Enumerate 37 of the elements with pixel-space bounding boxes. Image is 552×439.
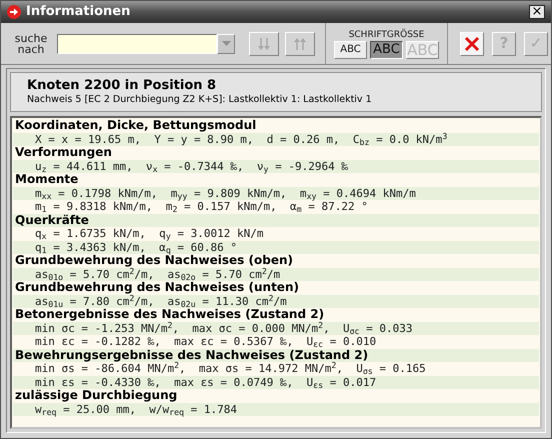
- font-size-button[interactable]: ABC: [370, 40, 403, 58]
- value-line: min σs = -86.604 MN/m$^{2}$, max σs = 14.972 MN/m$^{2}$, U$_{σs}$ = 0.165: [35, 362, 426, 376]
- section-heading: Momente: [15, 173, 78, 186]
- cross-icon: [464, 36, 480, 52]
- section-heading: Koordinaten, Dicke, Bettungsmodul: [15, 119, 256, 132]
- value-line: min εs = -0.4330 ‰, max εs = 0.0749 ‰, U$_{εs}$ = 0.017: [35, 376, 376, 389]
- value-line: X = x = 19.65 m, Y = y = 8.90 m, d = 0.26 m, C$_{bz}$ = 0.0 kN/m$^{3}$: [35, 132, 448, 146]
- header-title: Knoten 2200 in Position 8: [27, 77, 218, 94]
- search-field[interactable]: [57, 34, 217, 54]
- down-arrows-icon: [256, 36, 272, 50]
- value-line: m$_{xx}$ = 0.1798 kNm/m, m$_{yy}$ = 9.809 kNm/m, m$_{xy}$ = 0.4694 kNm/m: [34, 186, 416, 200]
- value-line: w$_{req}$ = 25.00 mm, w/w$_{req}$ = 1.784: [34, 402, 238, 416]
- section-heading: Grundbewehrung des Nachweises (unten): [15, 281, 299, 294]
- section-heading: zulässige Durchbiegung: [15, 389, 178, 402]
- value-line: min σc = -1.253 MN/m$^{2}$, max σc = 0.000 MN/m$^{2}$, U$_{σc}$ = 0.033: [35, 322, 413, 335]
- close-button[interactable]: ×: [529, 5, 545, 19]
- window-title: Informationen: [26, 3, 130, 22]
- section-heading: Querkräfte: [15, 214, 89, 227]
- section-heading: Verformungen: [15, 146, 112, 160]
- section-heading: Betonergebnisse des Nachweises (Zustand 2): [15, 308, 324, 322]
- search-label: suche nach: [14, 32, 48, 54]
- value-line: q$_{x}$ = 1.6735 kN/m, q$_{y}$ = 3.0012 kN/m: [34, 227, 264, 240]
- section-heading: Grundbewehrung des Nachweises (oben): [15, 254, 293, 268]
- up-arrows-icon: [292, 36, 308, 50]
- caret-icon: [222, 41, 230, 46]
- font-size-button[interactable]: ABC: [334, 40, 367, 58]
- value-line: min εc = -0.1282 ‰, max εc = 0.5367 ‰, U$_{εc}$ = 0.010: [34, 335, 376, 348]
- section-heading: Bewehrungsergebnisse des Nachweises (Zustand 2): [15, 348, 368, 362]
- value-line: as$_{01o}$ = 5.70 cm$^{2}$/m, as$_{02o}$ = 5.70 cm$^{2}$/m: [35, 268, 280, 281]
- value-line: as$_{01u}$ = 7.80 cm$^{2}$/m, as$_{02u}$ = 11.30 cm$^{2}$/m: [35, 294, 287, 308]
- font-size-label: SCHRIFTGRÖSSE: [348, 28, 424, 40]
- value-line: u$_{z}$ = 44.611 mm, ν$_{x}$ = -0.7344 ‰, ν$_{y}$ = -9.2964 ‰: [34, 160, 348, 173]
- value-line: m$_{1}$ = 9.8318 kNm/m, m$_{2}$ = 0.157 kNm/m, α$_{m}$ = 87.22 °: [34, 200, 368, 214]
- cancel-button[interactable]: [460, 32, 484, 56]
- value-line: q$_{1}$ = 3.4363 kN/m, α$_{q}$ = 60.86 °: [35, 240, 238, 254]
- dropdown-button[interactable]: [217, 34, 235, 54]
- header-subtitle: Nachweis 5 [EC 2 Durchbiegung Z2 K+S]: Lastkollektiv 1: Lastkollektiv 1: [27, 94, 373, 106]
